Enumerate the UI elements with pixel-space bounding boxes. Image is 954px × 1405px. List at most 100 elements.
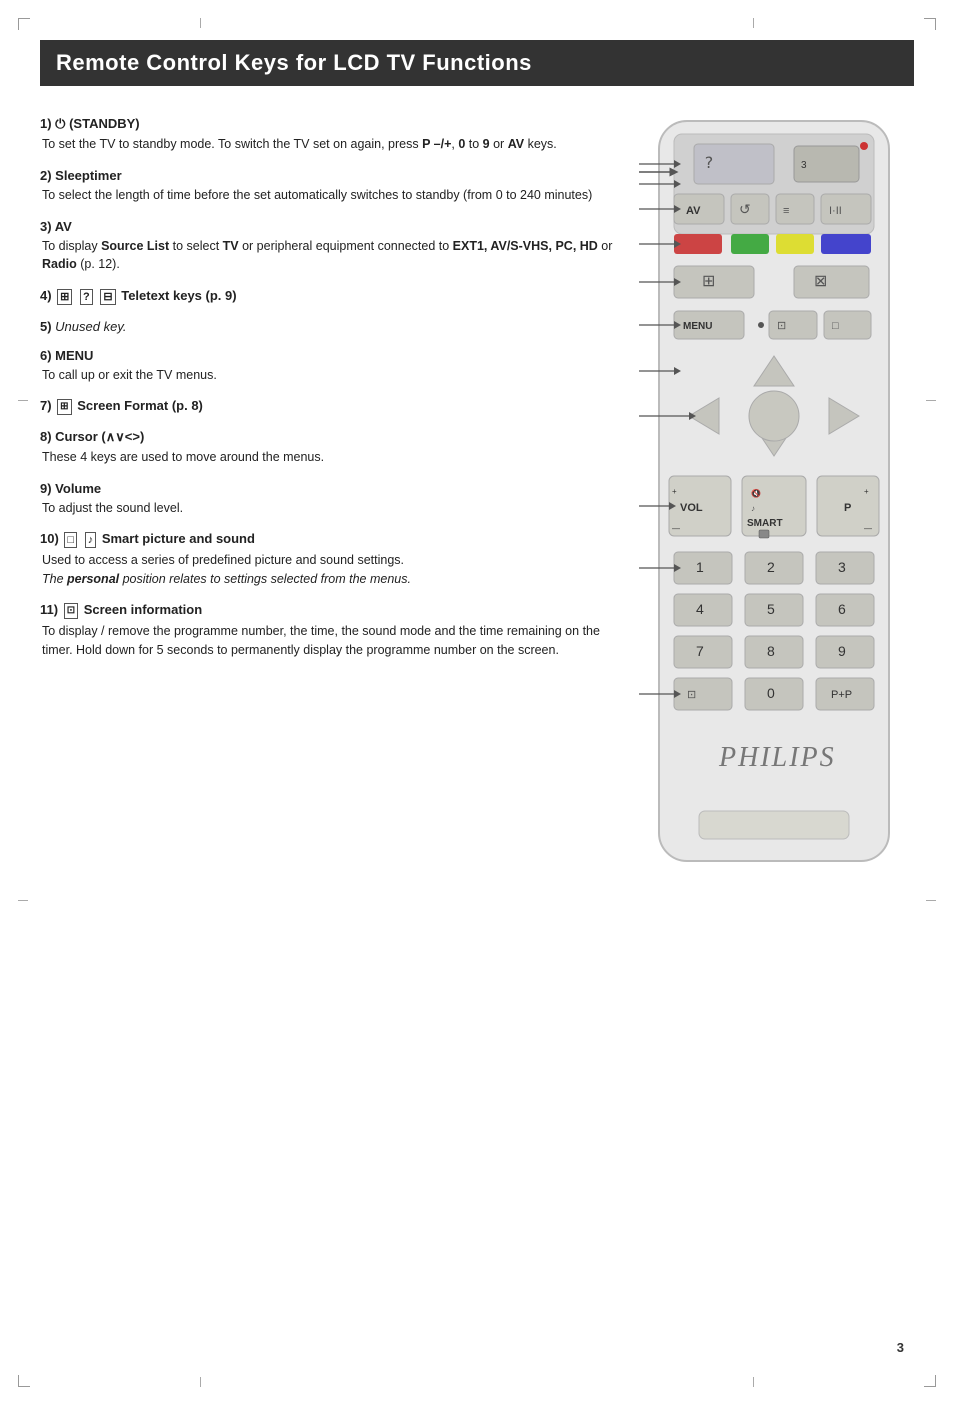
item-6-body: To call up or exit the TV menus.	[40, 366, 614, 385]
corner-mark-tl	[18, 18, 30, 30]
item-6-num: 6)	[40, 348, 55, 363]
side-tick-left-2	[18, 900, 28, 901]
svg-text:VOL: VOL	[680, 502, 703, 514]
item-7-title: 7) ⊞ Screen Format (p. 8)	[40, 398, 614, 415]
item-2-label: Sleeptimer	[55, 168, 121, 183]
top-tick-right	[753, 18, 754, 28]
svg-text:3: 3	[838, 559, 846, 575]
item-4-num: 4)	[40, 288, 55, 303]
teletext-icon-3: ⊟	[100, 289, 115, 305]
item-4: 4) ⊞ ? ⊟ Teletext keys (p. 9)	[40, 288, 614, 305]
svg-text:≡: ≡	[783, 205, 789, 217]
svg-text:7: 7	[696, 643, 704, 659]
remote-column: ? 3 AV ↺ ≡ I·II	[634, 116, 914, 876]
svg-text:⊠: ⊠	[814, 273, 827, 290]
item-3-body: To display Source List to select TV or p…	[40, 237, 614, 275]
side-tick-right-1	[926, 400, 936, 401]
svg-text:PHILIPS: PHILIPS	[718, 742, 836, 773]
item-9: 9) Volume To adjust the sound level.	[40, 481, 614, 518]
svg-text:?: ?	[704, 153, 714, 172]
item-8-body: These 4 keys are used to move around the…	[40, 448, 614, 467]
svg-text:0: 0	[767, 685, 775, 701]
svg-text:SMART: SMART	[747, 518, 783, 529]
item-11-body: To display / remove the programme number…	[40, 622, 614, 660]
svg-text:P+P: P+P	[831, 689, 852, 701]
item-1-label: (STANDBY)	[69, 116, 140, 131]
remote-svg: ? 3 AV ↺ ≡ I·II	[639, 116, 909, 876]
item-11-label: Screen information	[84, 602, 202, 617]
item-3-label: AV	[55, 219, 72, 234]
svg-text:—: —	[672, 524, 680, 533]
text-column: 1) ⏻ (STANDBY) To set the TV to standby …	[40, 116, 614, 876]
item-7: 7) ⊞ Screen Format (p. 8)	[40, 398, 614, 415]
teletext-icon-1: ⊞	[57, 289, 72, 305]
svg-text:+: +	[864, 487, 869, 496]
remote-wrap: ? 3 AV ↺ ≡ I·II	[639, 116, 909, 876]
svg-text:4: 4	[696, 601, 704, 617]
item-4-title: 4) ⊞ ? ⊟ Teletext keys (p. 9)	[40, 288, 614, 305]
sound-icon: ♪	[85, 532, 97, 548]
svg-text:⊞: ⊞	[702, 273, 715, 290]
corner-mark-br	[924, 1375, 936, 1387]
item-6: 6) MENU To call up or exit the TV menus.	[40, 348, 614, 385]
item-6-label: MENU	[55, 348, 93, 363]
item-1-title: 1) ⏻ (STANDBY)	[40, 116, 614, 132]
item-10-title: 10) □ ♪ Smart picture and sound	[40, 531, 614, 548]
item-7-label: Screen Format (p. 8)	[77, 398, 203, 413]
item-6-title: 6) MENU	[40, 348, 614, 363]
svg-text:I·II: I·II	[829, 205, 842, 217]
svg-text:9: 9	[838, 643, 846, 659]
item-10-num: 10)	[40, 531, 62, 546]
page-title: Remote Control Keys for LCD TV Functions	[56, 50, 898, 76]
svg-text:+: +	[672, 487, 677, 496]
item-7-num: 7)	[40, 398, 55, 413]
item-2: 2) Sleeptimer To select the length of ti…	[40, 168, 614, 205]
item-1-num: 1)	[40, 116, 55, 131]
svg-text:P: P	[844, 502, 851, 514]
item-10-body: Used to access a series of predefined pi…	[40, 551, 614, 589]
item-11-title: 11) ⊡ Screen information	[40, 602, 614, 619]
svg-text:MENU: MENU	[683, 321, 712, 332]
top-tick-left	[200, 18, 201, 28]
item-11: 11) ⊡ Screen information To display / re…	[40, 602, 614, 659]
item-10: 10) □ ♪ Smart picture and sound Used to …	[40, 531, 614, 588]
item-5: 5) Unused key.	[40, 319, 614, 334]
item-5-num: 5)	[40, 319, 55, 334]
svg-text:—: —	[864, 524, 872, 533]
side-tick-left-1	[18, 400, 28, 401]
svg-text:5: 5	[767, 601, 775, 617]
page-header: Remote Control Keys for LCD TV Functions	[40, 40, 914, 86]
svg-text:↺: ↺	[739, 201, 751, 217]
item-8-num: 8)	[40, 429, 55, 444]
item-9-title: 9) Volume	[40, 481, 614, 496]
item-3-title: 3) AV	[40, 219, 614, 234]
item-9-label: Volume	[55, 481, 101, 496]
svg-text:⊡: ⊡	[687, 689, 696, 701]
bottom-tick-right	[753, 1377, 754, 1387]
picture-icon: □	[64, 532, 77, 548]
svg-text:AV: AV	[686, 205, 701, 217]
side-tick-right-2	[926, 900, 936, 901]
page-number: 3	[897, 1340, 904, 1355]
item-8-title: 8) Cursor (∧∨<>)	[40, 429, 614, 445]
screen-format-icon: ⊞	[57, 399, 71, 415]
item-5-label: Unused key.	[55, 319, 126, 334]
svg-text:8: 8	[767, 643, 775, 659]
item-2-body: To select the length of time before the …	[40, 186, 614, 205]
item-8-label: Cursor (∧∨<>)	[55, 429, 144, 444]
corner-mark-bl	[18, 1375, 30, 1387]
svg-text:♪: ♪	[751, 504, 755, 513]
item-8: 8) Cursor (∧∨<>) These 4 keys are used t…	[40, 429, 614, 467]
item-3: 3) AV To display Source List to select T…	[40, 219, 614, 275]
svg-text:1: 1	[696, 559, 704, 575]
teletext-icon-2: ?	[80, 289, 93, 305]
item-2-title: 2) Sleeptimer	[40, 168, 614, 183]
item-11-num: 11)	[40, 602, 62, 617]
item-9-num: 9)	[40, 481, 55, 496]
svg-text:⊡: ⊡	[777, 320, 786, 332]
svg-text:3: 3	[801, 160, 807, 171]
item-1: 1) ⏻ (STANDBY) To set the TV to standby …	[40, 116, 614, 154]
svg-text:□: □	[832, 320, 839, 332]
svg-text:🔇: 🔇	[751, 488, 761, 498]
item-3-num: 3)	[40, 219, 55, 234]
